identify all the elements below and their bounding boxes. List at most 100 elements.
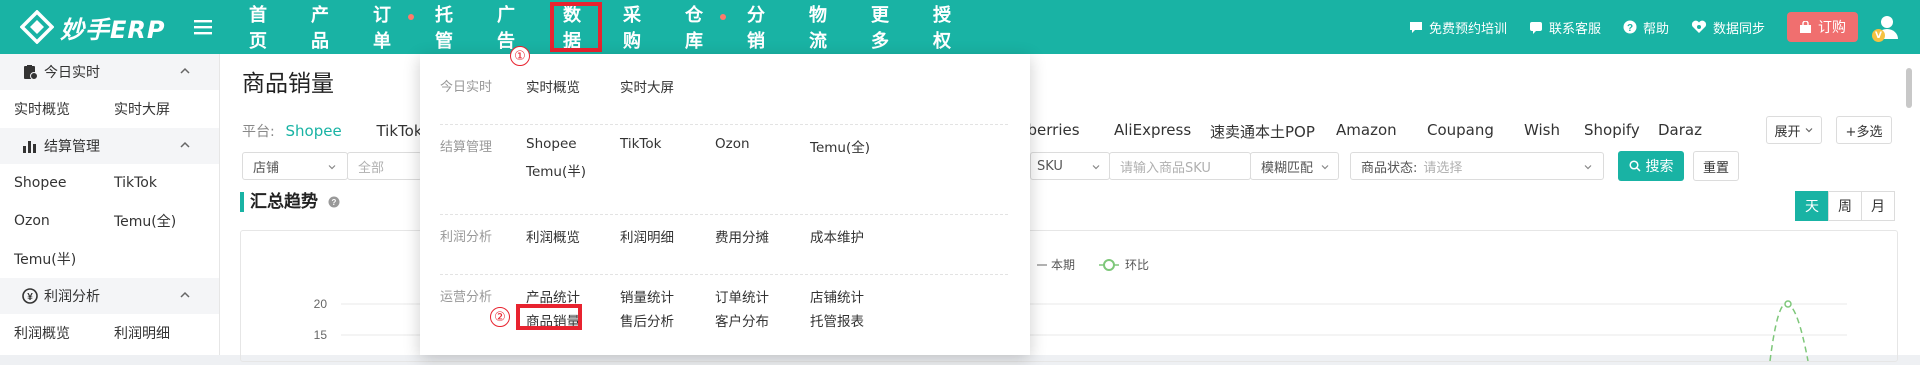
nav-item[interactable]: 广告 [482, 0, 544, 54]
multi-select-button[interactable]: +多选 [1836, 116, 1892, 144]
sku-placeholder: 请输入商品SKU [1120, 160, 1211, 176]
help-link[interactable]: ? 帮助 [1623, 18, 1669, 37]
legend-label: 本期 [1051, 258, 1075, 272]
platform-option[interactable]: Wish [1524, 121, 1560, 139]
sku-input[interactable]: 请输入商品SKU [1109, 152, 1251, 180]
menu-divider [440, 214, 1008, 215]
expand-button[interactable]: 展开 [1766, 116, 1822, 144]
menu-item[interactable]: 订单统计 [715, 286, 769, 306]
sidebar-item-tiktok[interactable]: TikTok [100, 175, 200, 191]
nav-item[interactable]: 首页 [234, 0, 296, 54]
sidebar-item-realtime-overview[interactable]: 实时概览 [0, 99, 100, 119]
sidebar-group-label: 今日实时 [44, 65, 100, 81]
sync-link[interactable]: 数据同步 [1691, 18, 1765, 37]
buy-button[interactable]: 订购 [1787, 12, 1858, 42]
menu-item[interactable]: 销量统计 [620, 286, 674, 306]
nav-item[interactable]: 托管 [420, 0, 482, 54]
main-nav: 首页 产品 订单 托管 广告 数据 采购 仓库 分销 物流 更多 授权 [234, 0, 980, 54]
nav-item[interactable]: 物流 [794, 0, 856, 54]
menu-item[interactable]: Shopee [526, 136, 577, 152]
menu-item[interactable]: 利润明细 [620, 226, 674, 246]
clipboard-icon [24, 65, 38, 80]
nav-item-label: 首页 [249, 5, 267, 52]
brand-logo[interactable]: 妙手ERP [20, 8, 165, 46]
menu-item[interactable]: 利润概览 [526, 226, 580, 246]
support-link[interactable]: 联系客服 [1529, 18, 1601, 37]
platform-option[interactable]: AliExpress [1114, 121, 1191, 139]
legend-marker [1103, 259, 1115, 271]
svg-text:¥: ¥ [27, 292, 33, 303]
platform-option[interactable]: Coupang [1427, 121, 1494, 139]
platform-tiktok[interactable]: TikTok [376, 122, 422, 140]
nav-item[interactable]: 采购 [608, 0, 670, 54]
nav-item[interactable]: 产品 [296, 0, 358, 54]
series-line-comparison [1769, 302, 1809, 362]
bag-icon [1800, 20, 1811, 33]
sync-icon [1691, 20, 1707, 33]
platform-option[interactable]: Amazon [1336, 121, 1397, 139]
nav-item[interactable]: 分销 [732, 0, 794, 54]
logo-icon [20, 10, 54, 44]
menu-section-label: 利润分析 [440, 230, 493, 245]
range-tab-day[interactable]: 天 [1795, 191, 1829, 221]
legend-item[interactable]: 环比 [1099, 258, 1149, 272]
menu-item[interactable]: 实时概览 [526, 76, 580, 96]
menu-item[interactable]: 店铺统计 [810, 286, 864, 306]
menu-item[interactable]: 客户分布 [715, 310, 769, 330]
store-value-input[interactable]: 全部 [347, 152, 422, 180]
sidebar-item-temu-full[interactable]: Temu(全) [100, 211, 200, 231]
menu-toggle-icon[interactable] [194, 17, 212, 37]
platform-option[interactable]: Shopify [1584, 121, 1640, 139]
legend-item[interactable]: 本期 [1037, 258, 1075, 272]
search-button[interactable]: 搜索 [1618, 151, 1684, 181]
nav-item[interactable]: 授权 [918, 0, 980, 54]
sidebar-item-temu-semi[interactable]: Temu(半) [0, 249, 100, 269]
sidebar-group-profit[interactable]: ¥ 利润分析 [0, 278, 219, 314]
menu-item[interactable]: 实时大屏 [620, 76, 674, 96]
sidebar-item-profit-overview[interactable]: 利润概览 [0, 323, 100, 343]
platform-option[interactable]: Daraz [1658, 121, 1702, 139]
match-mode-select[interactable]: 模糊匹配 [1250, 152, 1339, 180]
store-select[interactable]: 店铺 [242, 152, 348, 180]
chevron-down-icon [1092, 165, 1100, 170]
menu-item[interactable]: 成本维护 [810, 226, 864, 246]
menu-item[interactable]: 售后分析 [620, 310, 674, 330]
menu-item[interactable]: 产品统计 [526, 286, 580, 306]
platform-shopee[interactable]: Shopee [286, 122, 342, 140]
nav-item[interactable]: 仓库 [670, 0, 732, 54]
sku-type-select[interactable]: SKU [1030, 152, 1110, 180]
menu-item[interactable]: Temu(半) [526, 160, 586, 180]
data-point[interactable] [1784, 300, 1792, 308]
message-icon [1529, 22, 1542, 34]
range-tab-month[interactable]: 月 [1861, 191, 1895, 221]
menu-item[interactable]: 托管报表 [810, 310, 864, 330]
nav-item[interactable]: 订单 [358, 0, 420, 54]
menu-item[interactable]: 费用分摊 [715, 226, 769, 246]
sidebar-item-shopee[interactable]: Shopee [0, 175, 100, 191]
sidebar-group-today[interactable]: 今日实时 [0, 54, 219, 90]
sidebar-row: Shopee TikTok [0, 164, 219, 202]
status-placeholder: 请选择 [1423, 160, 1463, 176]
help-circle-icon[interactable]: ? [328, 196, 340, 208]
training-link[interactable]: 免费预约培训 [1409, 18, 1507, 37]
avatar[interactable]: V [1872, 14, 1900, 42]
menu-item[interactable]: Ozon [715, 136, 750, 152]
menu-item[interactable]: Temu(全) [810, 136, 870, 156]
sidebar-item-ozon[interactable]: Ozon [0, 213, 100, 229]
platform-option[interactable]: 速卖通本土POP [1210, 121, 1315, 142]
nav-item[interactable]: 数据 [548, 0, 604, 54]
product-status-select[interactable]: 商品状态: 请选择 [1350, 152, 1604, 180]
chevron-down-icon [1321, 165, 1329, 170]
nav-item[interactable]: 更多 [856, 0, 918, 54]
menu-item[interactable]: TikTok [620, 136, 661, 152]
reset-button[interactable]: 重置 [1693, 151, 1739, 181]
brand-name: 妙手ERP [60, 15, 166, 44]
highlight-box [516, 304, 582, 330]
search-label: 搜索 [1645, 159, 1674, 175]
nav-item-label: 仓库 [685, 5, 703, 52]
sidebar-item-realtime-screen[interactable]: 实时大屏 [100, 99, 200, 119]
sidebar-item-profit-detail[interactable]: 利润明细 [100, 323, 200, 343]
sidebar-group-settlement[interactable]: 结算管理 [0, 128, 219, 164]
range-tab-week[interactable]: 周 [1828, 191, 1862, 221]
page-scrollbar[interactable] [1906, 68, 1912, 108]
